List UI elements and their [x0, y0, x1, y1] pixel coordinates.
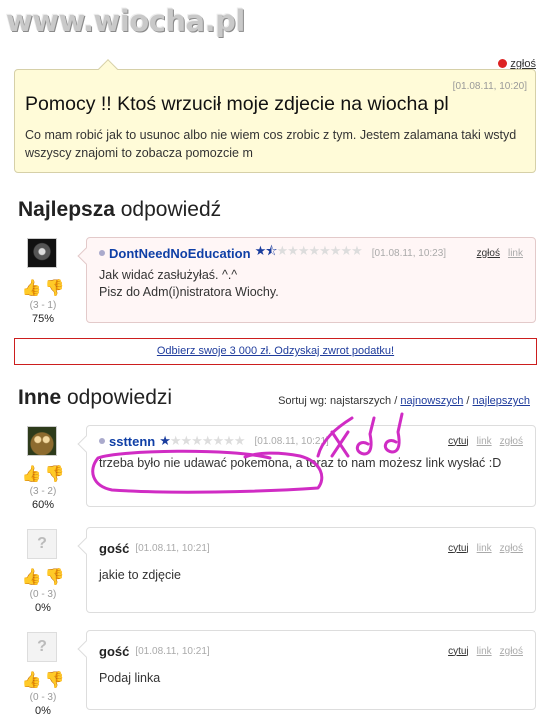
answer-text: trzeba było nie udawać pokemona, a teraz… — [99, 456, 502, 470]
answer-links: cytuj link zgłoś — [448, 543, 523, 554]
thumb-down-icon[interactable]: 👎 — [45, 280, 65, 298]
user-status-dot — [99, 438, 105, 444]
vote-box: 👍 👎 (0 - 3) 0% — [22, 569, 65, 614]
vote-counts: (0 - 3) — [29, 692, 57, 703]
vote-box: 👍 👎 (3 - 2) 60% — [22, 466, 65, 511]
answer-text: Podaj linka — [99, 671, 161, 685]
permalink[interactable]: link — [508, 248, 523, 259]
question-title: Pomocy !! Ktoś wrzucił moje zdjecie na w… — [25, 93, 449, 115]
answer-links: zgłoś link — [477, 248, 523, 259]
quote-link[interactable]: cytuj — [448, 436, 469, 447]
answer-arrow — [77, 640, 95, 658]
avatar[interactable]: ? — [27, 632, 57, 662]
thumb-up-icon[interactable]: 👍 — [22, 569, 42, 587]
vote-percent: 0% — [35, 602, 51, 614]
vote-box: 👍 👎 (3 - 1) 75% — [22, 280, 65, 325]
report-link[interactable]: zgłoś — [477, 248, 500, 259]
vote-box: 👍 👎 (0 - 3) 0% — [22, 672, 65, 716]
vote-percent: 0% — [35, 705, 51, 716]
report-icon — [498, 59, 508, 68]
ad-link[interactable]: Odbierz swoje 3 000 zł. Odzyskaj zwrot p… — [157, 345, 394, 357]
answer-item: ssttenn ★★★★★★★★ [01.08.11, 10:21] cytuj… — [77, 425, 536, 507]
thumb-down-icon[interactable]: 👎 — [45, 569, 65, 587]
ad-banner: Odbierz swoje 3 000 zł. Odzyskaj zwrot p… — [14, 338, 537, 365]
thumb-down-icon[interactable]: 👎 — [45, 466, 65, 484]
question-box: [01.08.11, 10:20] Pomocy !! Ktoś wrzucił… — [14, 59, 536, 173]
answer-arrow — [77, 247, 95, 265]
answer-links: cytuj link zgłoś — [448, 646, 523, 657]
sort-newest[interactable]: najnowszych — [400, 395, 463, 407]
thumb-down-icon[interactable]: 👎 — [45, 672, 65, 690]
avatar[interactable] — [27, 238, 57, 268]
answer-item: gość [01.08.11, 10:21] cytuj link zgłoś … — [77, 527, 536, 613]
best-answer-heading: Najlepsza odpowiedź — [18, 198, 221, 222]
answer-links: cytuj link zgłoś — [448, 436, 523, 447]
vote-counts: (3 - 1) — [29, 300, 57, 311]
vote-percent: 75% — [31, 313, 55, 325]
guest-avatar-glyph: ? — [37, 638, 47, 655]
answer-item: gość [01.08.11, 10:21] cytuj link zgłoś … — [77, 630, 536, 710]
report-link[interactable]: zgłoś — [500, 646, 523, 657]
rating-stars: ★★★★★★★★ — [159, 433, 245, 448]
others-heading-rest: odpowiedzi — [61, 386, 173, 409]
thumb-up-icon[interactable]: 👍 — [22, 466, 42, 484]
answer-date: [01.08.11, 10:21] — [135, 645, 210, 657]
thumb-up-icon[interactable]: 👍 — [22, 672, 42, 690]
others-heading-bold: Inne — [18, 386, 62, 409]
answer-text: Jak widać zasłużyłaś. ^.^ Pisz do Adm(i)… — [99, 268, 279, 299]
answer-arrow — [77, 435, 95, 453]
guest-avatar-glyph: ? — [37, 535, 47, 552]
quote-link[interactable]: cytuj — [448, 543, 469, 554]
sort-bar: Sortuj wg: najstarszych / najnowszych / … — [278, 395, 530, 407]
thumb-up-icon[interactable]: 👍 — [22, 280, 42, 298]
report-link[interactable]: zgłoś — [500, 543, 523, 554]
question-arrow — [98, 59, 118, 79]
question-date: [01.08.11, 10:20] — [452, 81, 527, 92]
avatar[interactable] — [27, 426, 57, 456]
permalink[interactable]: link — [477, 646, 492, 657]
answer-date: [01.08.11, 10:21] — [135, 542, 210, 554]
answer-user[interactable]: ssttenn — [109, 434, 155, 449]
sort-best[interactable]: najlepszych — [473, 395, 530, 407]
star-icon: ⯪ — [265, 243, 277, 258]
sort-separator: / — [463, 395, 473, 407]
answer-date: [01.08.11, 10:23] — [371, 247, 447, 259]
quote-link[interactable]: cytuj — [448, 646, 469, 657]
sort-label: Sortuj wg: najstarszych / — [278, 395, 401, 407]
answer-date: [01.08.11, 10:21] — [254, 435, 329, 447]
answer-user: gość — [99, 540, 130, 556]
best-answer: DontNeedNoEducation ★⯪★★★★★★★★ [01.08.11… — [77, 237, 536, 323]
best-heading-rest: odpowiedź — [114, 198, 222, 221]
permalink[interactable]: link — [477, 543, 492, 554]
vote-counts: (3 - 2) — [29, 486, 57, 497]
star-icon: ★ — [159, 433, 171, 448]
permalink[interactable]: link — [477, 436, 492, 447]
question-body: Co mam robić jak to usunoc albo nie wiem… — [25, 128, 517, 160]
answer-arrow — [77, 537, 95, 555]
answer-user: gość — [99, 643, 130, 659]
site-watermark: www.wiocha.pl — [6, 4, 245, 38]
star-icon: ★ — [254, 243, 267, 258]
answer-text: jakie to zdjęcie — [99, 568, 181, 582]
best-heading-bold: Najlepsza — [18, 198, 115, 221]
rating-stars: ★⯪★★★★★★★★ — [254, 243, 363, 258]
vote-counts: (0 - 3) — [29, 589, 57, 600]
report-link[interactable]: zgłoś — [500, 436, 523, 447]
vote-percent: 60% — [31, 499, 55, 511]
other-answers-heading: Inne odpowiedzi — [18, 386, 172, 410]
answer-user[interactable]: DontNeedNoEducation — [109, 246, 251, 261]
avatar[interactable]: ? — [27, 529, 57, 559]
user-status-dot — [99, 250, 105, 256]
